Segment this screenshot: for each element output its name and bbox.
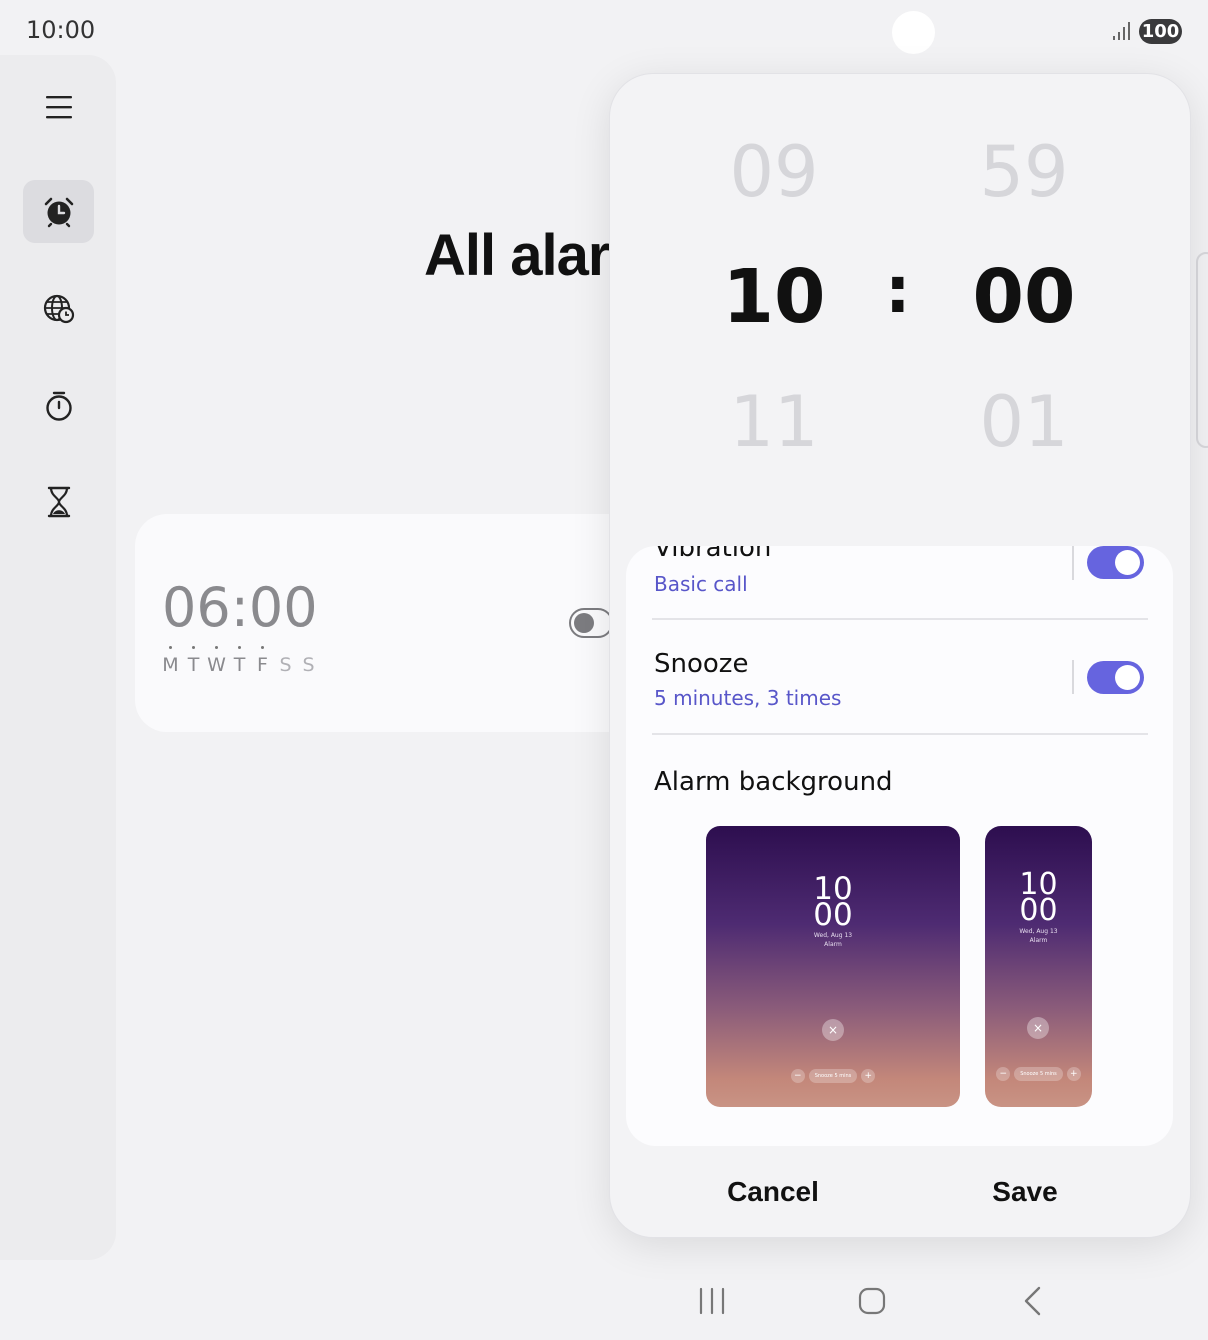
- close-icon: ×: [1027, 1017, 1049, 1039]
- minus-icon: −: [790, 1069, 805, 1083]
- alarm-toggle[interactable]: [569, 608, 613, 638]
- minus-icon: −: [996, 1067, 1011, 1081]
- globe-clock-icon: [43, 294, 74, 323]
- hour-selected[interactable]: 10: [674, 254, 874, 340]
- camera-cutout: [892, 11, 935, 54]
- plus-icon: +: [1066, 1067, 1081, 1081]
- divider: [1072, 546, 1074, 580]
- rail-item-alarm[interactable]: [23, 180, 94, 243]
- preview-date: Wed, Aug 13: [1019, 928, 1058, 935]
- divider: [1072, 660, 1074, 694]
- minute-next[interactable]: 01: [924, 381, 1124, 463]
- minute-selected[interactable]: 00: [924, 254, 1124, 340]
- background-preview-large[interactable]: 10 00 Wed, Aug 13 Alarm × − Snooze 5 min…: [706, 826, 960, 1107]
- signal-icon: [1113, 22, 1130, 40]
- rail-item-timer[interactable]: [23, 470, 94, 533]
- time-separator: :: [885, 254, 911, 328]
- preview-date: Wed, Aug 13: [813, 932, 853, 939]
- stopwatch-icon: [45, 391, 72, 421]
- alarm-clock-icon: [44, 197, 73, 227]
- divider: [652, 618, 1148, 620]
- recent-apps-icon[interactable]: [698, 1284, 726, 1318]
- divider: [652, 733, 1148, 735]
- close-icon: ×: [822, 1019, 844, 1041]
- snooze-value[interactable]: 5 minutes, 3 times: [654, 686, 841, 710]
- edit-alarm-dialog: 09 10 11 : 59 00 01 Vibration Basic call…: [609, 73, 1191, 1238]
- minute-previous[interactable]: 59: [924, 131, 1124, 213]
- preview-minute: 00: [1019, 893, 1058, 928]
- vibration-value[interactable]: Basic call: [654, 572, 748, 596]
- preview-snooze-label: Snooze 5 mins: [808, 1069, 858, 1083]
- cancel-button[interactable]: Cancel: [673, 1176, 873, 1208]
- hourglass-icon: [47, 486, 70, 517]
- alarm-days: M T W T F S S: [161, 646, 318, 676]
- plus-icon: +: [861, 1069, 876, 1083]
- page-title: All alar: [424, 223, 610, 288]
- hamburger-icon: [45, 95, 72, 118]
- rail-item-stopwatch[interactable]: [23, 374, 94, 437]
- scroll-handle[interactable]: [1196, 252, 1208, 448]
- home-icon[interactable]: [857, 1284, 887, 1318]
- day-tuesday: T: [184, 646, 203, 676]
- preview-minute: 00: [813, 897, 853, 933]
- background-preview-small[interactable]: 10 00 Wed, Aug 13 Alarm × − Snooze 5 min…: [985, 826, 1092, 1107]
- vibration-title[interactable]: Vibration: [654, 546, 771, 563]
- day-sunday: S: [302, 654, 315, 676]
- day-saturday: S: [279, 654, 292, 676]
- hour-previous[interactable]: 09: [674, 131, 874, 213]
- preview-snooze-label: Snooze 5 mins: [1014, 1067, 1063, 1081]
- snooze-toggle[interactable]: [1087, 661, 1144, 694]
- day-wednesday: W: [207, 646, 226, 676]
- vibration-toggle[interactable]: [1087, 546, 1144, 579]
- preview-label: Alarm: [824, 941, 842, 948]
- alarm-background-title[interactable]: Alarm background: [654, 767, 893, 797]
- alarm-time: 06:00: [162, 576, 318, 639]
- preview-label: Alarm: [1029, 937, 1048, 944]
- alarm-settings-card: Vibration Basic call Snooze 5 minutes, 3…: [626, 546, 1173, 1146]
- battery-badge: 100: [1139, 19, 1182, 44]
- back-icon[interactable]: [1020, 1284, 1046, 1318]
- navigation-rail: [0, 55, 116, 1260]
- preview-snooze-row: − Snooze 5 mins +: [985, 1067, 1092, 1081]
- day-thursday: T: [230, 646, 249, 676]
- preview-snooze-row: − Snooze 5 mins +: [706, 1069, 960, 1083]
- snooze-title[interactable]: Snooze: [654, 649, 748, 679]
- rail-item-world-clock[interactable]: [23, 277, 94, 340]
- day-monday: M: [161, 646, 180, 676]
- day-friday: F: [253, 646, 272, 676]
- menu-button[interactable]: [23, 75, 94, 138]
- status-time: 10:00: [26, 16, 96, 44]
- hour-next[interactable]: 11: [674, 381, 874, 463]
- save-button[interactable]: Save: [925, 1176, 1125, 1208]
